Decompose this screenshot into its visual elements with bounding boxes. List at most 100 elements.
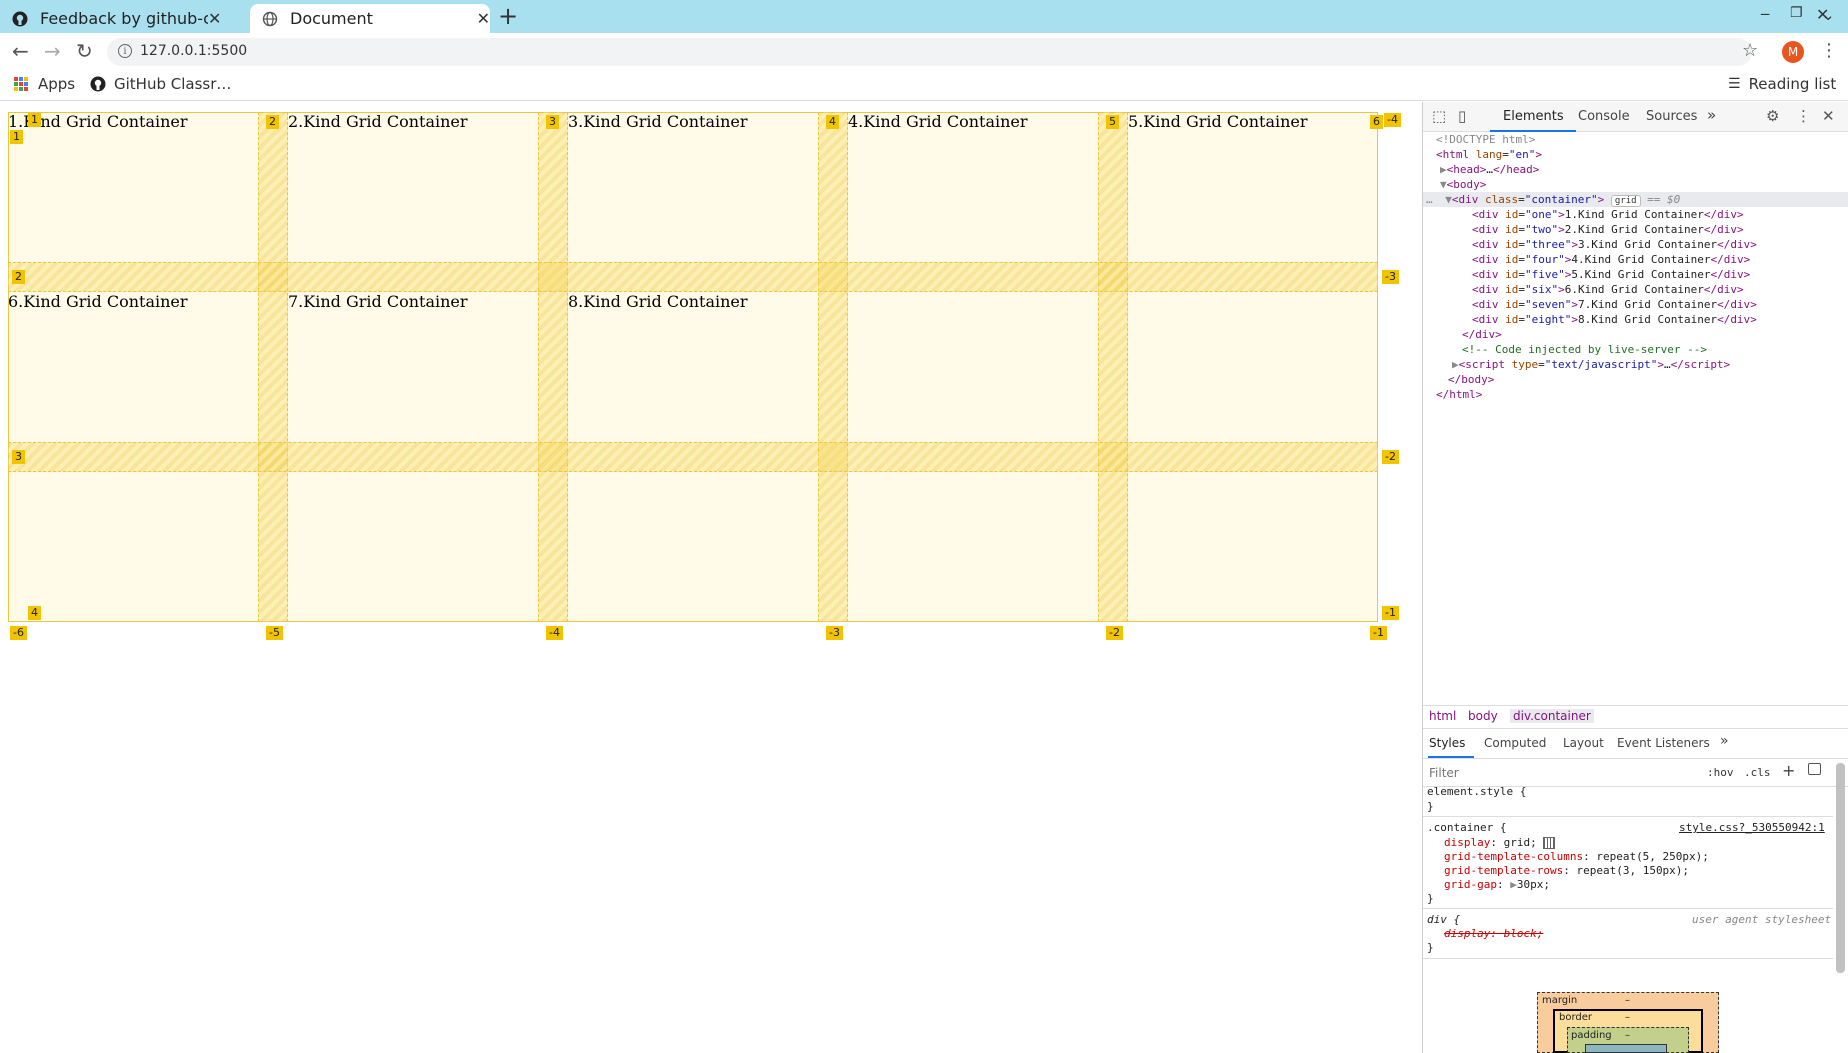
breadcrumb-div-container[interactable]: div.container bbox=[1510, 709, 1594, 723]
dom-comment[interactable]: <!-- Code injected by live-server --> bbox=[1462, 343, 1707, 356]
grid-gap-row bbox=[8, 442, 1378, 472]
dom-node-child[interactable]: <div id="eight">8.Kind Grid Container</d… bbox=[1472, 313, 1757, 326]
hov-toggle[interactable]: :hov bbox=[1707, 766, 1734, 779]
tab-event-listeners[interactable]: Event Listeners bbox=[1617, 736, 1710, 750]
more-tabs-icon[interactable]: » bbox=[1707, 106, 1716, 124]
element-style-selector[interactable]: element.style { bbox=[1427, 785, 1526, 798]
dom-node-script[interactable]: ▶<script type="text/javascript">…</scrip… bbox=[1452, 358, 1730, 371]
tab-feedback[interactable]: Feedback by github-classr ✕ bbox=[12, 4, 242, 33]
dom-close-html[interactable]: </html> bbox=[1436, 388, 1482, 401]
expand-icon[interactable]: ▶ bbox=[1510, 878, 1517, 891]
collapse-icon[interactable]: ▼ bbox=[1445, 193, 1452, 206]
dom-node-child[interactable]: <div id="three">3.Kind Grid Container</d… bbox=[1472, 238, 1757, 251]
info-icon[interactable]: i bbox=[118, 44, 132, 58]
attr-value: "two" bbox=[1525, 223, 1559, 236]
toggle-sidebar-icon[interactable] bbox=[1808, 763, 1821, 775]
grid-badge[interactable]: grid bbox=[1610, 195, 1641, 207]
attr-value: "en" bbox=[1508, 148, 1536, 161]
attr-value: "six" bbox=[1525, 283, 1559, 296]
bookmark-github[interactable]: GitHub Classr… bbox=[90, 75, 231, 93]
devtools-menu-icon[interactable]: ⋮ bbox=[1796, 107, 1811, 125]
grid-line-label: -5 bbox=[266, 626, 283, 640]
grid-item-seven: 7.Kind Grid Container bbox=[288, 292, 468, 311]
attr-value: "eight" bbox=[1525, 313, 1572, 326]
styles-filter-input[interactable] bbox=[1427, 763, 1692, 783]
bookmark-star-icon[interactable]: ☆ bbox=[1742, 40, 1758, 61]
new-rule-icon[interactable]: + bbox=[1782, 761, 1795, 780]
dom-node-child[interactable]: <div id="six">6.Kind Grid Container</div… bbox=[1472, 283, 1744, 296]
tab-elements[interactable]: Elements bbox=[1503, 109, 1564, 124]
tag-name: div bbox=[1478, 238, 1499, 251]
new-tab-icon[interactable]: + bbox=[498, 2, 518, 30]
div-selector[interactable]: div { bbox=[1427, 913, 1460, 926]
box-model-content[interactable] bbox=[1585, 1044, 1667, 1053]
grid-line-label: -4 bbox=[1384, 113, 1401, 127]
back-icon[interactable]: ← bbox=[12, 39, 29, 63]
css-declaration[interactable]: grid-template-columns: repeat(5, 250px); bbox=[1444, 850, 1709, 863]
dom-node-child[interactable]: <div id="one">1.Kind Grid Container</div… bbox=[1472, 208, 1744, 221]
grid-container[interactable] bbox=[8, 112, 1378, 622]
address-bar[interactable] bbox=[107, 38, 1752, 66]
device-toggle-icon[interactable]: ▯ bbox=[1458, 107, 1466, 125]
tab-styles[interactable]: Styles bbox=[1429, 736, 1465, 750]
url-text[interactable]: 127.0.0.1:5500 bbox=[140, 43, 247, 59]
css-declaration-overridden[interactable]: display: block; bbox=[1444, 927, 1543, 940]
grid-line-label: 6 bbox=[1370, 115, 1383, 129]
cls-toggle[interactable]: .cls bbox=[1744, 766, 1771, 779]
dom-node-child[interactable]: <div id="seven">7.Kind Grid Container</d… bbox=[1472, 298, 1757, 311]
dom-node-head[interactable]: ▶<head>…</head> bbox=[1440, 163, 1539, 176]
breadcrumb-body[interactable]: body bbox=[1468, 709, 1498, 723]
container-selector[interactable]: .container { bbox=[1427, 821, 1506, 834]
grid-line-label: 3 bbox=[546, 115, 559, 129]
tab-layout[interactable]: Layout bbox=[1563, 736, 1604, 750]
dom-close-body[interactable]: </body> bbox=[1448, 373, 1494, 386]
breadcrumb-html[interactable]: html bbox=[1429, 709, 1456, 723]
node-text: 5.Kind Grid Container bbox=[1571, 268, 1711, 281]
tag-name: div bbox=[1717, 208, 1737, 221]
forward-icon[interactable]: → bbox=[44, 39, 61, 63]
dom-node-body[interactable]: ▼<body> bbox=[1440, 178, 1486, 191]
grid-editor-icon[interactable] bbox=[1543, 837, 1556, 849]
stylesheet-link[interactable]: style.css?_530550942:1 bbox=[1679, 821, 1825, 834]
apps-icon bbox=[14, 77, 28, 91]
dom-node-child[interactable]: <div id="four">4.Kind Grid Container</di… bbox=[1472, 253, 1750, 266]
close-window-icon[interactable]: ✕ bbox=[1816, 5, 1829, 24]
grid-gap-column bbox=[258, 112, 288, 622]
settings-icon[interactable]: ⚙ bbox=[1766, 107, 1779, 125]
tab-computed[interactable]: Computed bbox=[1484, 736, 1546, 750]
ellipsis-icon[interactable]: … bbox=[1426, 193, 1433, 206]
css-declaration[interactable]: grid-gap: ▶30px; bbox=[1444, 878, 1550, 891]
menu-icon[interactable]: ⋮ bbox=[1820, 40, 1838, 61]
minimize-icon[interactable]: ‒ bbox=[1760, 4, 1770, 23]
expand-icon[interactable]: ▶ bbox=[1452, 358, 1459, 371]
inspect-icon[interactable]: ⬚ bbox=[1432, 107, 1446, 125]
styles-scrollbar[interactable] bbox=[1836, 763, 1845, 973]
css-declaration[interactable]: display: grid; bbox=[1444, 836, 1556, 849]
tag-name: html bbox=[1442, 148, 1470, 161]
dom-node-child[interactable]: <div id="two">2.Kind Grid Container</div… bbox=[1472, 223, 1744, 236]
grid-line-label: 4 bbox=[28, 606, 41, 620]
avatar[interactable]: M bbox=[1782, 41, 1804, 63]
bookmark-apps[interactable]: Apps bbox=[14, 75, 75, 93]
github-icon bbox=[12, 11, 28, 27]
reload-icon[interactable]: ↻ bbox=[76, 39, 93, 63]
dom-node-child[interactable]: <div id="five">5.Kind Grid Container</di… bbox=[1472, 268, 1750, 281]
tab-sources[interactable]: Sources bbox=[1646, 109, 1697, 124]
tag-name: div bbox=[1478, 283, 1499, 296]
dom-node-container[interactable]: … ▼<div class="container"> grid == $0 bbox=[1426, 193, 1680, 207]
reading-list-button[interactable]: ☰ Reading list bbox=[1728, 75, 1836, 93]
expand-icon[interactable]: ▶ bbox=[1440, 163, 1447, 176]
close-devtools-icon[interactable]: ✕ bbox=[1822, 107, 1835, 125]
tab-document[interactable]: Document ✕ bbox=[250, 4, 490, 33]
css-declaration[interactable]: grid-template-rows: repeat(3, 150px); bbox=[1444, 864, 1689, 877]
collapse-icon[interactable]: ▼ bbox=[1440, 178, 1447, 191]
more-tabs-icon[interactable]: » bbox=[1720, 733, 1729, 749]
dom-close-div[interactable]: </div> bbox=[1462, 328, 1502, 341]
tab-console[interactable]: Console bbox=[1578, 109, 1630, 124]
close-icon[interactable]: ✕ bbox=[208, 9, 221, 28]
attr-value: "text/javascript" bbox=[1544, 358, 1658, 371]
restore-icon[interactable]: ❐ bbox=[1790, 5, 1803, 21]
grid-item-four: 4.Kind Grid Container bbox=[848, 112, 1028, 131]
close-icon[interactable]: ✕ bbox=[477, 9, 490, 28]
dom-node-html[interactable]: <html lang="en"> bbox=[1436, 148, 1542, 161]
